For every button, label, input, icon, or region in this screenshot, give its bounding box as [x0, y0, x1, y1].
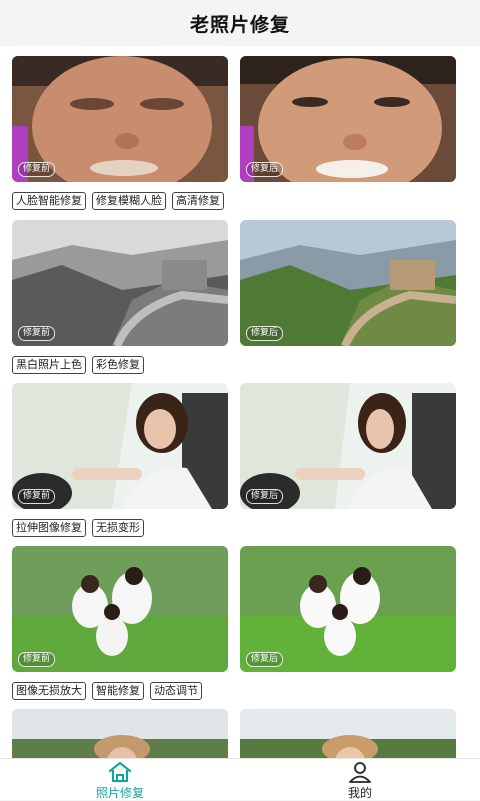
tag-list: 拉伸图像修复 无损变形: [12, 519, 144, 537]
user-icon: [349, 762, 371, 783]
after-badge: 修复后: [246, 162, 284, 177]
after-image-face[interactable]: 修复后: [240, 56, 456, 182]
after-badge: 修复后: [246, 326, 284, 341]
tag[interactable]: 彩色修复: [92, 356, 144, 374]
after-image-stretch[interactable]: 修复后: [240, 383, 456, 509]
before-image-portrait[interactable]: [12, 709, 228, 758]
before-badge: 修复前: [18, 162, 56, 177]
tab-mine[interactable]: 我的: [300, 759, 420, 801]
tag[interactable]: 高清修复: [172, 192, 224, 210]
tag[interactable]: 人脸智能修复: [12, 192, 86, 210]
tag-list: 黑白照片上色 彩色修复: [12, 356, 144, 374]
before-badge: 修复前: [18, 652, 56, 667]
tag[interactable]: 修复模糊人脸: [92, 192, 166, 210]
after-badge: 修复后: [246, 489, 284, 504]
tab-label: 我的: [347, 786, 372, 800]
tag-list: 图像无损放大 智能修复 动态调节: [12, 682, 202, 700]
after-image-portrait[interactable]: [240, 709, 456, 758]
tag[interactable]: 智能修复: [92, 682, 144, 700]
before-badge: 修复前: [18, 326, 56, 341]
after-badge: 修复后: [246, 652, 284, 667]
before-image-upscale[interactable]: 修复前: [12, 546, 228, 672]
page-title: 老照片修复: [189, 13, 290, 36]
before-image-colorize[interactable]: 修复前: [12, 220, 228, 346]
after-image-colorize[interactable]: 修复后: [240, 220, 456, 346]
app-header: 老照片修复: [0, 0, 480, 46]
tag[interactable]: 图像无损放大: [12, 682, 86, 700]
after-image-upscale[interactable]: 修复后: [240, 546, 456, 672]
tab-label: 照片修复: [95, 786, 144, 800]
before-image-stretch[interactable]: 修复前: [12, 383, 228, 509]
before-image-face[interactable]: 修复前: [12, 56, 228, 182]
tag[interactable]: 黑白照片上色: [12, 356, 86, 374]
tab-photo-repair[interactable]: 照片修复: [60, 759, 180, 801]
tag-list: 人脸智能修复 修复模糊人脸 高清修复: [12, 192, 224, 210]
tag[interactable]: 无损变形: [92, 519, 144, 537]
tag[interactable]: 拉伸图像修复: [12, 519, 86, 537]
tag[interactable]: 动态调节: [150, 682, 202, 700]
bottom-tab-bar: 照片修复 我的: [0, 758, 480, 800]
before-badge: 修复前: [18, 489, 56, 504]
home-icon: [108, 761, 132, 783]
content-scroll-area[interactable]: 修复前 修复后 人脸智能修复 修复模糊人脸 高清修复 修复前 修复后 黑白照片上…: [0, 46, 480, 758]
